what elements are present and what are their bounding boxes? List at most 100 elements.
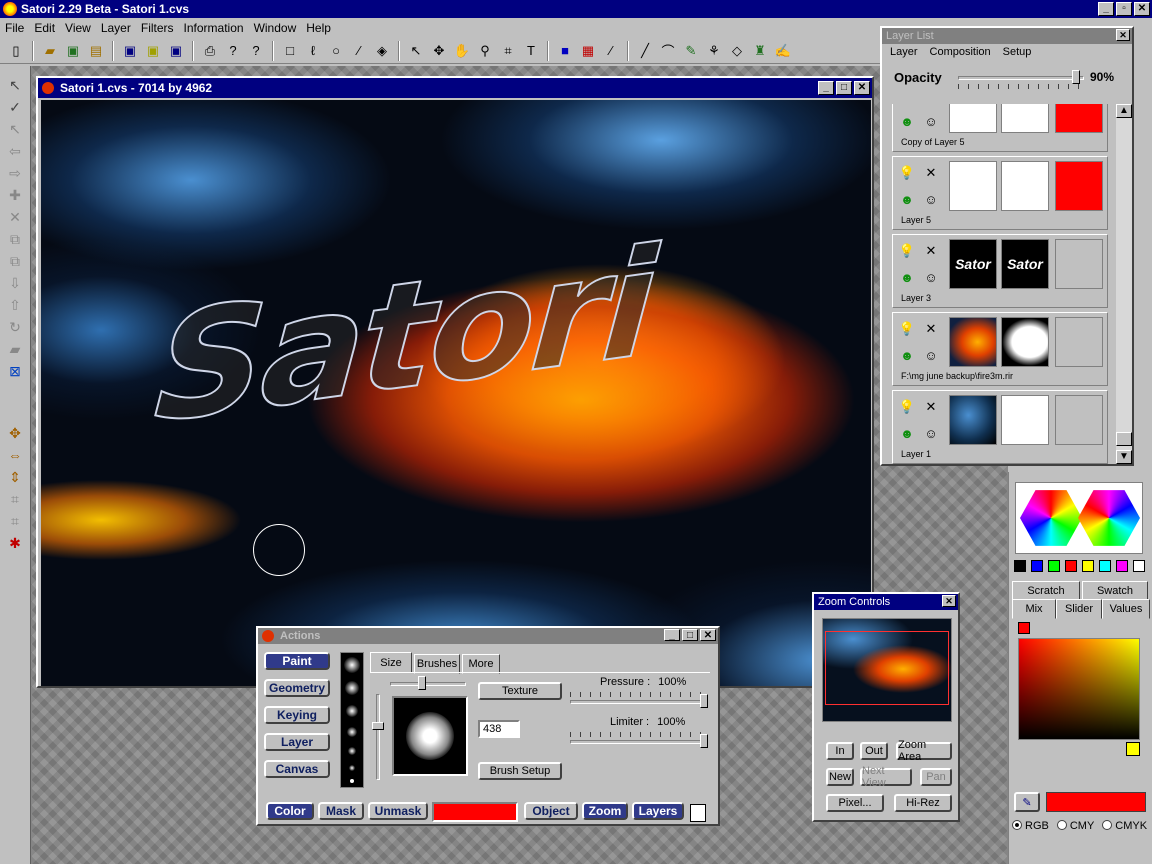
tab-swatch[interactable]: Swatch: [1082, 581, 1148, 601]
context-help-icon[interactable]: ?: [223, 41, 243, 61]
eyedropper-button[interactable]: ✎: [1014, 792, 1040, 812]
actions-minimize-button[interactable]: _: [664, 629, 680, 641]
mask-button[interactable]: Mask: [318, 802, 364, 820]
layer-row[interactable]: 💡 ✕ ☻ ☺ Copy of Layer 5: [892, 104, 1108, 152]
save-icon[interactable]: ▣: [120, 41, 140, 61]
layer-row[interactable]: 💡 ✕ ☻ ☺ Layer 5: [892, 156, 1108, 230]
actions-maximize-button[interactable]: □: [682, 629, 698, 641]
transform-icon[interactable]: ⊠: [4, 360, 26, 382]
visibility-icon[interactable]: 💡: [897, 163, 917, 183]
pixel-button[interactable]: Pixel...: [826, 794, 884, 812]
print-icon[interactable]: ⎙: [200, 41, 220, 61]
save-copy-icon[interactable]: ▣: [166, 41, 186, 61]
help-icon[interactable]: ?: [246, 41, 266, 61]
color-wheels[interactable]: [1015, 482, 1143, 554]
pointer-icon[interactable]: ↖: [4, 74, 26, 96]
brush-preset-icon[interactable]: [350, 779, 354, 783]
image-canvas[interactable]: Satori: [41, 100, 871, 686]
color-swatch[interactable]: [1014, 560, 1026, 572]
up-icon[interactable]: ⇧: [4, 294, 26, 316]
lock-icon[interactable]: ✕: [921, 241, 941, 261]
unmask-button[interactable]: Unmask: [368, 802, 428, 820]
mask-white-icon[interactable]: ☺: [921, 111, 941, 131]
mask-green-icon[interactable]: ☻: [897, 345, 917, 365]
lasso-icon[interactable]: ℓ: [303, 41, 323, 61]
doc-maximize-button[interactable]: □: [836, 81, 852, 95]
zoom-preview[interactable]: [822, 618, 952, 722]
visibility-icon[interactable]: 💡: [897, 241, 917, 261]
geometry-mode-button[interactable]: Geometry: [264, 679, 330, 697]
color-swatch[interactable]: [1116, 560, 1128, 572]
next-view-button[interactable]: Next View: [860, 765, 912, 789]
lock-icon[interactable]: ✕: [921, 104, 941, 105]
doc-minimize-button[interactable]: _: [818, 81, 834, 95]
delete-icon[interactable]: ✕: [4, 206, 26, 228]
airbrush-icon[interactable]: ⚘: [704, 41, 724, 61]
rotate-icon[interactable]: ↻: [4, 316, 26, 338]
palette-icon[interactable]: ▦: [578, 41, 598, 61]
eyedropper-icon[interactable]: ⁄: [601, 41, 621, 61]
tab-size[interactable]: Size: [370, 652, 412, 672]
tab-more[interactable]: More: [462, 654, 500, 674]
mask-white-icon[interactable]: ☺: [921, 189, 941, 209]
layer-row[interactable]: 💡 ✕ ☻ ☺ F:\mg june backup\fire3m.rir: [892, 312, 1108, 386]
size-slider-vertical-thumb[interactable]: [372, 722, 384, 730]
hand-icon[interactable]: ✋: [452, 41, 472, 61]
new-view-button[interactable]: New: [826, 768, 854, 786]
mode-rgb[interactable]: RGB: [1012, 820, 1049, 832]
zoom-icon[interactable]: ⚲: [475, 41, 495, 61]
layer-mode-button[interactable]: Layer: [264, 733, 330, 751]
brush-preset-icon[interactable]: [347, 727, 357, 737]
eraser-icon[interactable]: ◇: [727, 41, 747, 61]
layer-list-scrollbar[interactable]: ▲ ▼: [1116, 104, 1132, 464]
scroll-down-button[interactable]: ▼: [1116, 450, 1132, 464]
brush-preset-icon[interactable]: [348, 747, 356, 755]
color-button[interactable]: Color: [266, 802, 314, 820]
wand-icon[interactable]: ⁄: [349, 41, 369, 61]
lock-icon[interactable]: ✕: [921, 397, 941, 417]
panel-resize-icon[interactable]: [690, 804, 706, 822]
mask-green-icon[interactable]: ☻: [897, 111, 917, 131]
paint-mode-button[interactable]: Paint: [264, 652, 330, 670]
tab-values[interactable]: Values: [1102, 599, 1150, 619]
texture-button[interactable]: Texture: [478, 682, 562, 700]
menu-information[interactable]: Information: [179, 21, 249, 35]
color-swatch[interactable]: [1065, 560, 1077, 572]
mode-cmy[interactable]: CMY: [1056, 820, 1094, 832]
hi-rez-button[interactable]: Hi-Rez: [894, 794, 952, 812]
size-input[interactable]: 438: [478, 720, 520, 738]
limiter-slider[interactable]: [570, 740, 706, 744]
open-recent-icon[interactable]: ▣: [63, 41, 83, 61]
actions-close-button[interactable]: ✕: [700, 629, 716, 641]
arrow-icon[interactable]: ↖: [406, 41, 426, 61]
foreground-color-chip[interactable]: [1018, 622, 1030, 634]
opacity-slider-track[interactable]: [958, 76, 1084, 80]
check-icon[interactable]: ✓: [4, 96, 26, 118]
open-icon[interactable]: ▰: [40, 41, 60, 61]
layer-menu-composition[interactable]: Composition: [930, 46, 991, 58]
pan-button[interactable]: Pan: [920, 768, 952, 786]
size-slider-vertical[interactable]: [376, 694, 380, 780]
mask-white-icon[interactable]: ☺: [921, 423, 941, 443]
copy-icon[interactable]: ⧉: [4, 228, 26, 250]
move-vertical-icon[interactable]: ⇕: [4, 466, 26, 488]
menu-edit[interactable]: Edit: [29, 21, 60, 35]
current-color-swatch[interactable]: [432, 802, 518, 822]
down-icon[interactable]: ⇩: [4, 272, 26, 294]
move-icon[interactable]: ✥: [429, 41, 449, 61]
skew-icon[interactable]: ▰: [4, 338, 26, 360]
visibility-icon[interactable]: 💡: [897, 104, 917, 105]
menu-file[interactable]: File: [0, 21, 29, 35]
mask-green-icon[interactable]: ☻: [897, 267, 917, 287]
color-swatch[interactable]: [1082, 560, 1094, 572]
background-color-chip[interactable]: [1126, 742, 1140, 756]
grid-icon[interactable]: ⌗: [4, 488, 26, 510]
radio-rgb[interactable]: [1012, 820, 1022, 830]
new-icon[interactable]: ▯: [6, 41, 26, 61]
back-icon[interactable]: ⇦: [4, 140, 26, 162]
lock-icon[interactable]: ✕: [921, 163, 941, 183]
pressure-slider-thumb[interactable]: [700, 694, 708, 708]
mask-white-icon[interactable]: ☺: [921, 267, 941, 287]
menu-help[interactable]: Help: [301, 21, 336, 35]
tab-scratch[interactable]: Scratch: [1012, 581, 1080, 601]
